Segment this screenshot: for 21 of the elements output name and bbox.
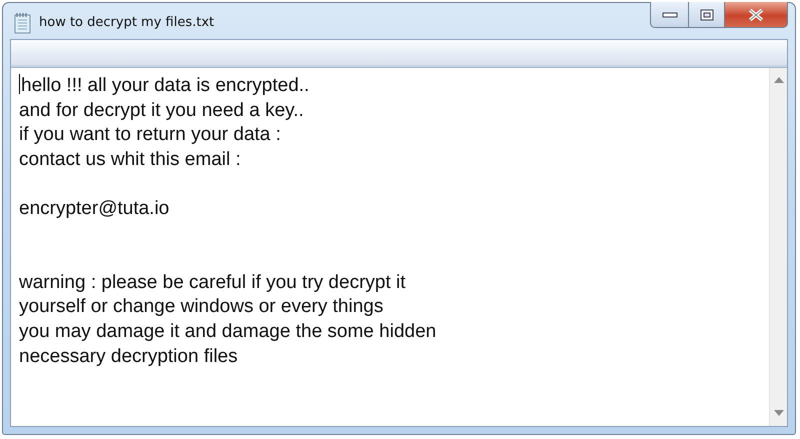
text-line: hello !!! all your data is encrypted.. (21, 75, 310, 96)
maximize-icon (700, 8, 714, 20)
maximize-button[interactable] (688, 2, 724, 28)
text-line: encrypter@tuta.io (19, 198, 170, 219)
scroll-up-icon[interactable] (774, 77, 784, 83)
text-line: you may damage it and damage the some hidden (19, 320, 436, 342)
text-line: necessary decryption files (19, 346, 238, 367)
minimize-button[interactable] (650, 2, 688, 28)
notepad-icon (13, 12, 33, 34)
close-icon (748, 8, 764, 20)
minimize-icon (662, 12, 678, 18)
text-line: and for decrypt it you need a key.. (19, 100, 304, 121)
text-line: yourself or change windows or every things (19, 296, 384, 318)
text-line: if you want to return your data : (19, 124, 281, 146)
scroll-down-icon[interactable] (774, 410, 784, 416)
text-line: contact us whit this email : (19, 148, 241, 170)
scrollbar[interactable] (769, 68, 787, 426)
close-button[interactable] (724, 2, 788, 28)
window-title: how to decrypt my files.txt (39, 15, 214, 30)
text-line: warning : please be careful if you try decrypt it (19, 272, 406, 293)
text-cursor (19, 74, 20, 94)
